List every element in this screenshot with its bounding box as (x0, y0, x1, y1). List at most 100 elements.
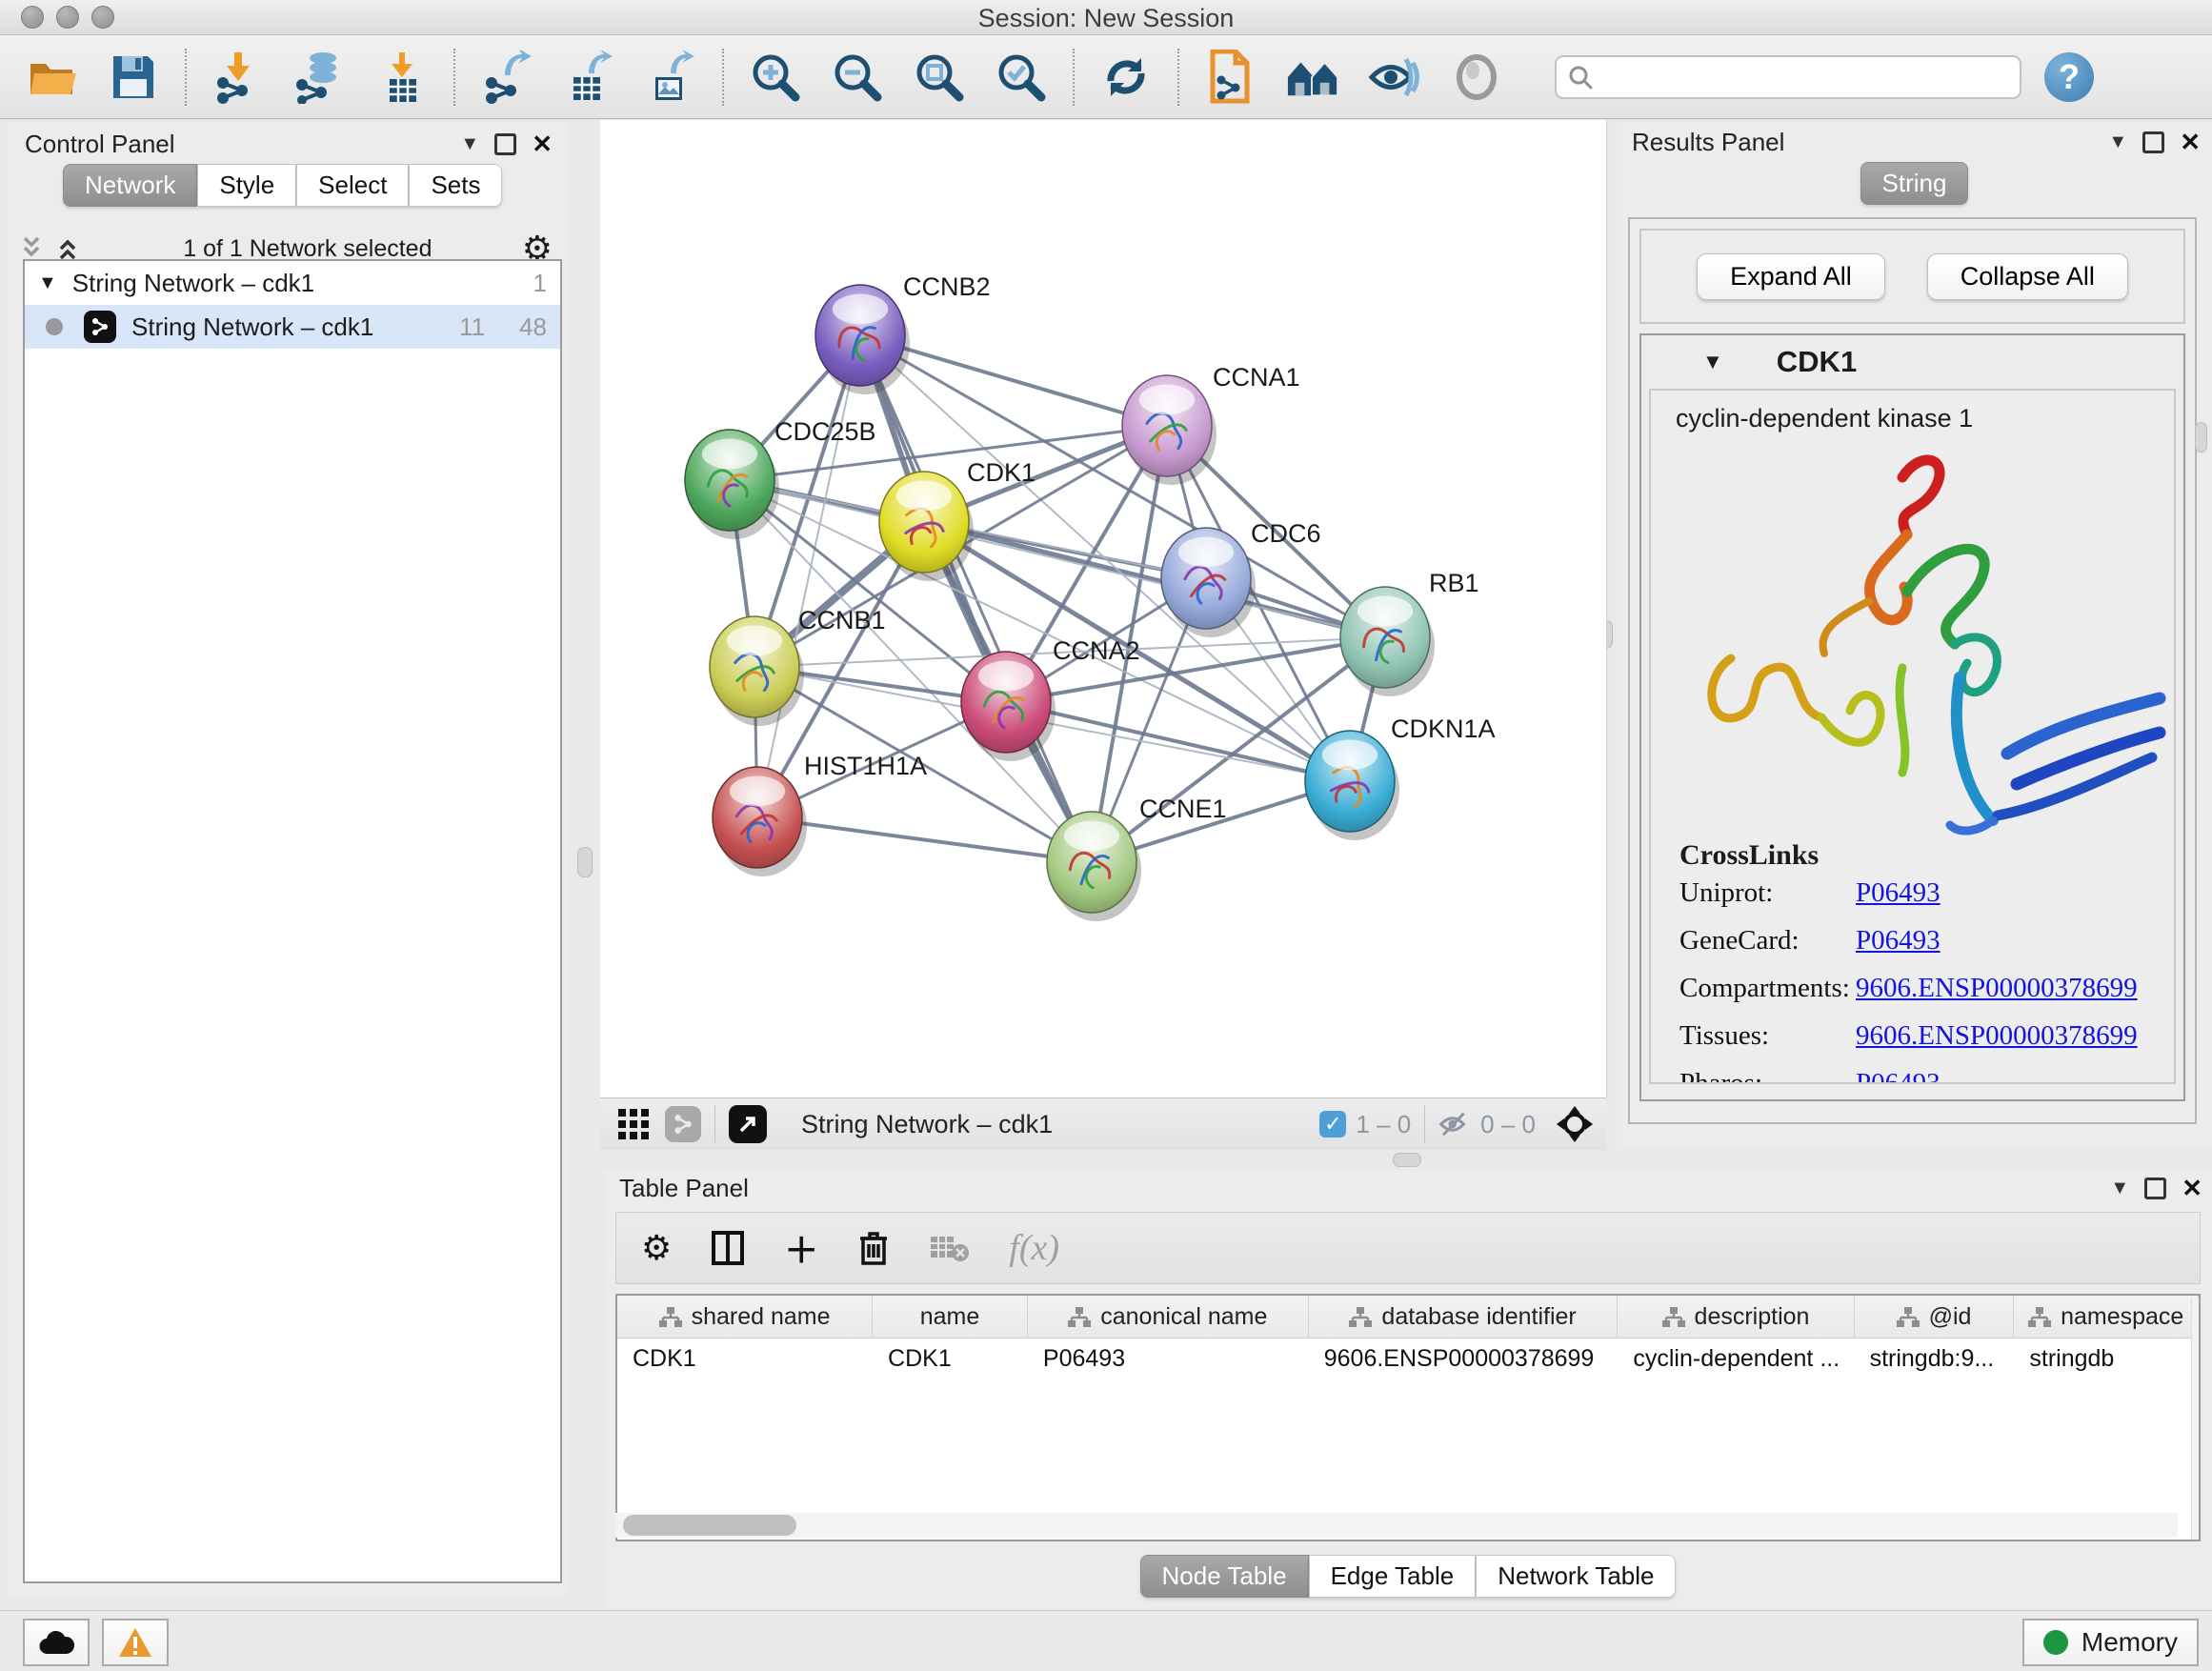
grid-view-icon[interactable] (617, 1108, 650, 1140)
save-session-button[interactable] (107, 50, 160, 104)
zoom-in-button[interactable] (749, 50, 802, 104)
export-network-button[interactable] (480, 50, 533, 104)
column-header-database-identifier[interactable]: database identifier (1309, 1296, 1619, 1338)
table-cell[interactable]: CDK1 (617, 1339, 873, 1380)
network-edge[interactable] (757, 817, 1092, 862)
crosslink-value-link[interactable]: P06493 (1856, 925, 1941, 956)
control-panel-collapse-icon[interactable]: ▼ (460, 133, 479, 155)
tab-select[interactable]: Select (296, 164, 409, 207)
network-node-RB1[interactable]: RB1 (1340, 569, 1479, 696)
control-panel-float-icon[interactable] (494, 133, 516, 155)
crosslink-value-link[interactable]: P06493 (1856, 877, 1941, 909)
network-edge[interactable] (1006, 702, 1350, 781)
network-node-CCNB1[interactable]: CCNB1 (710, 606, 886, 726)
memory-button[interactable]: Memory (2022, 1619, 2199, 1666)
network-collection-row[interactable]: ▼ String Network – cdk1 1 (25, 261, 560, 305)
column-header-shared-name[interactable]: shared name (617, 1296, 873, 1338)
selected-nodes-checkbox[interactable]: ✓ (1319, 1111, 1346, 1137)
table-options-gear-icon[interactable]: ⚙ (641, 1228, 672, 1268)
crosslink-value-link[interactable]: 9606.ENSP00000378699 (1856, 1020, 2138, 1052)
hide-panel-button[interactable] (1368, 50, 1421, 104)
network-node-CDC6[interactable]: CDC6 (1161, 519, 1321, 637)
network-node-CCNB2[interactable]: CCNB2 (815, 272, 991, 394)
column-header-namespace[interactable]: namespace (2014, 1296, 2199, 1338)
open-file-button[interactable] (25, 50, 78, 104)
import-table-file-button[interactable] (375, 50, 429, 104)
node-gloss (896, 481, 952, 512)
table-panel-float-icon[interactable] (2144, 1178, 2166, 1199)
results-panel-close-icon[interactable]: ✕ (2180, 128, 2201, 157)
crosslink-value-link[interactable]: 9606.ENSP00000378699 (1856, 973, 2138, 1004)
table-cell[interactable]: stringdb (2014, 1339, 2199, 1380)
expand-all-button[interactable]: Expand All (1697, 253, 1885, 300)
column-header-canonical-name[interactable]: canonical name (1028, 1296, 1309, 1338)
add-column-icon[interactable]: ＋ (784, 1223, 818, 1273)
column-header-name[interactable]: name (873, 1296, 1028, 1338)
network-node-HIST1H1A[interactable]: HIST1H1A (713, 752, 927, 876)
table-cell[interactable]: P06493 (1028, 1339, 1309, 1380)
table-panel-close-icon[interactable]: ✕ (2182, 1174, 2202, 1203)
zoom-out-button[interactable] (831, 50, 884, 104)
column-type-icon (1068, 1306, 1091, 1327)
export-table-button[interactable] (562, 50, 615, 104)
tab-network[interactable]: Network (63, 164, 197, 207)
table-cell[interactable]: CDK1 (873, 1339, 1028, 1380)
left-splitter-handle[interactable] (577, 847, 593, 877)
tab-edge-table[interactable]: Edge Table (1309, 1555, 1477, 1598)
search-input[interactable] (1593, 63, 2008, 91)
network-share-view-icon[interactable] (665, 1106, 701, 1142)
table-horizontal-scrollbar[interactable] (615, 1513, 2178, 1538)
network-edge[interactable] (757, 335, 860, 817)
delete-table-icon (929, 1233, 969, 1263)
tab-style[interactable]: Style (197, 164, 296, 207)
search-field[interactable] (1555, 55, 2021, 99)
tree-expand-icon[interactable]: ▼ (38, 272, 57, 294)
network-node-CCNE1[interactable]: CCNE1 (1047, 795, 1227, 921)
network-row[interactable]: String Network – cdk1 11 48 (25, 305, 560, 349)
table-cell[interactable]: cyclin-dependent ... (1618, 1339, 1854, 1380)
import-network-file-button[interactable] (211, 50, 265, 104)
warnings-button[interactable] (102, 1619, 169, 1666)
results-panel-float-icon[interactable] (2142, 131, 2164, 153)
home-button[interactable] (1286, 50, 1339, 104)
zoom-selected-button[interactable] (995, 50, 1048, 104)
collapse-all-button[interactable]: Collapse All (1927, 253, 2128, 300)
tab-node-table[interactable]: Node Table (1140, 1555, 1309, 1598)
delete-column-trash-icon[interactable] (858, 1230, 889, 1266)
import-network-database-button[interactable] (293, 50, 347, 104)
open-in-window-icon[interactable] (729, 1105, 767, 1143)
table-cell[interactable]: 9606.ENSP00000378699 (1309, 1339, 1619, 1380)
tab-network-table[interactable]: Network Table (1476, 1555, 1676, 1598)
table-vertical-scrollbar[interactable] (2191, 1298, 2201, 1541)
results-panel-collapse-icon[interactable]: ▼ (2108, 131, 2127, 153)
results-scrollbar-thumb[interactable] (2195, 422, 2207, 453)
refresh-button[interactable] (1099, 50, 1153, 104)
tab-sets[interactable]: Sets (409, 164, 502, 207)
export-image-button[interactable] (644, 50, 697, 104)
network-graph[interactable]: CCNB2CCNA1CDC25BCDK1CDC6RB1CCNB1CCNA2CDK… (600, 120, 1606, 1097)
network-node-CDK1[interactable]: CDK1 (879, 458, 1036, 581)
table-row[interactable]: CDK1CDK1P064939606.ENSP00000378699cyclin… (617, 1339, 2199, 1380)
share-document-button[interactable] (1204, 50, 1257, 104)
network-node-CDKN1A[interactable]: CDKN1A (1305, 715, 1496, 840)
tab-string[interactable]: String (1860, 162, 1969, 205)
crosslink-value-link[interactable]: P06493 (1856, 1068, 1941, 1084)
table-panel-collapse-icon[interactable]: ▼ (2110, 1178, 2129, 1199)
zoom-fit-button[interactable] (913, 50, 966, 104)
column-header-@id[interactable]: @id (1855, 1296, 2015, 1338)
window-title: Session: New Session (0, 4, 2212, 33)
gene-details: cyclin-dependent kinase 1 (1649, 389, 2176, 1084)
table-hscroll-thumb[interactable] (623, 1515, 796, 1536)
show-columns-icon[interactable] (712, 1231, 744, 1265)
warning-icon (118, 1627, 152, 1658)
section-expand-icon[interactable]: ▼ (1702, 350, 1723, 374)
cloud-button[interactable] (23, 1619, 90, 1666)
eye-disabled-button[interactable] (1450, 50, 1503, 104)
column-header-description[interactable]: description (1618, 1296, 1854, 1338)
birds-eye-view-icon[interactable] (1555, 1104, 1595, 1144)
control-panel-close-icon[interactable]: ✕ (532, 130, 553, 159)
table-cell[interactable]: stringdb:9... (1855, 1339, 2015, 1380)
help-button[interactable]: ? (2044, 52, 2094, 102)
network-canvas[interactable]: CCNB2CCNA1CDC25BCDK1CDC6RB1CCNB1CCNA2CDK… (600, 120, 1607, 1097)
bottom-splitter-handle[interactable] (1393, 1153, 1421, 1167)
